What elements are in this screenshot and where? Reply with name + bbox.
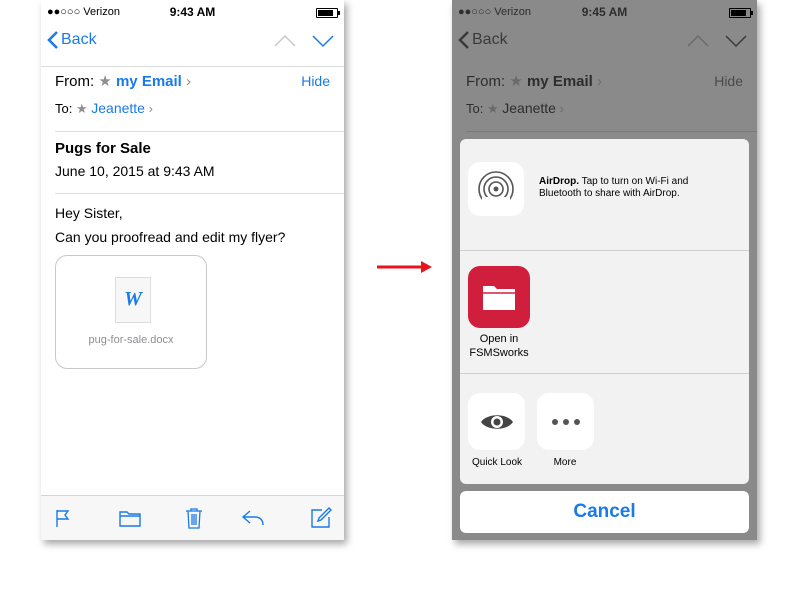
- back-button[interactable]: Back: [47, 31, 97, 49]
- email-body-line: Hey Sister,: [55, 205, 123, 221]
- to-value[interactable]: Jeanette: [502, 100, 556, 116]
- from-value[interactable]: my Email: [527, 73, 593, 90]
- chevron-right-icon: ›: [186, 73, 192, 90]
- airdrop-title: AirDrop.: [539, 176, 579, 187]
- to-row: To: ★ Jeanette ›: [55, 100, 153, 117]
- from-row: From: ★ my Email ›: [466, 72, 602, 90]
- chevron-left-icon: [47, 31, 58, 49]
- quick-look-button[interactable]: [468, 393, 525, 450]
- attachment-filename: pug-for-sale.docx: [88, 334, 174, 346]
- more-label: More: [553, 457, 577, 468]
- divider: [460, 250, 749, 251]
- flag-icon[interactable]: [51, 506, 75, 530]
- reply-icon[interactable]: [241, 506, 265, 530]
- star-icon: ★: [98, 73, 112, 90]
- from-row: From: ★ my Email ›: [55, 72, 191, 90]
- from-label: From:: [55, 73, 95, 90]
- trash-icon[interactable]: [182, 506, 206, 530]
- divider: [460, 373, 749, 374]
- status-bar: ●●○○○ Verizon 9:45 AM: [452, 0, 757, 24]
- star-icon: ★: [75, 101, 88, 116]
- divider: [466, 131, 757, 132]
- quick-look-label: Quick Look: [471, 457, 523, 468]
- from-value[interactable]: my Email: [116, 73, 182, 90]
- to-label: To:: [466, 101, 484, 116]
- status-time: 9:43 AM: [169, 5, 216, 19]
- open-in-fsmsworks-app-icon[interactable]: [468, 266, 530, 328]
- eye-icon: [480, 414, 513, 429]
- attachment-tile[interactable]: W pug-for-sale.docx: [55, 255, 207, 369]
- star-icon: ★: [509, 73, 523, 90]
- open-in-app-label[interactable]: Open in FSMSworks: [456, 332, 542, 360]
- email-screen-phone: ●●○○○ Verizon 9:43 AM Back From: ★ my Em…: [41, 0, 344, 540]
- share-sheet-phone: ●●○○○ Verizon 9:45 AM Back From: ★ my Em…: [452, 0, 757, 540]
- chevron-left-icon: [458, 31, 469, 49]
- chevron-down-icon[interactable]: [312, 34, 334, 48]
- arrow-right-icon: [377, 261, 432, 273]
- to-row: To: ★ Jeanette ›: [466, 100, 564, 117]
- email-body-line: Can you proofread and edit my flyer?: [55, 229, 286, 245]
- to-label: To:: [55, 101, 73, 116]
- email-date: June 10, 2015 at 9:43 AM: [55, 163, 215, 179]
- chevron-right-icon: ›: [559, 101, 564, 116]
- airdrop-icon[interactable]: [468, 162, 524, 216]
- back-label: Back: [61, 31, 97, 48]
- from-label: From:: [466, 73, 506, 90]
- bottom-toolbar: [41, 495, 344, 540]
- battery-icon: [729, 8, 753, 18]
- hide-button[interactable]: Hide: [301, 73, 330, 89]
- compose-icon[interactable]: [309, 506, 333, 530]
- email-header: [41, 66, 344, 67]
- chevron-down-icon[interactable]: [725, 34, 747, 48]
- more-button[interactable]: [537, 393, 594, 450]
- chevron-right-icon: ›: [597, 73, 603, 90]
- airdrop-description: AirDrop. Tap to turn on Wi-Fi and Blueto…: [539, 176, 729, 200]
- to-value[interactable]: Jeanette: [91, 100, 145, 116]
- battery-icon: [316, 8, 340, 18]
- nav-bar: Back: [41, 24, 344, 66]
- divider: [55, 193, 344, 194]
- word-letter: W: [124, 288, 142, 310]
- star-icon: ★: [486, 101, 499, 116]
- more-dots-icon: [551, 418, 580, 425]
- back-label: Back: [472, 31, 508, 48]
- app-label-line: Open in: [479, 333, 519, 345]
- chevron-up-icon[interactable]: [687, 34, 709, 48]
- status-bar: ●●○○○ Verizon 9:43 AM: [41, 0, 344, 24]
- app-label-line: FSMSworks: [469, 347, 529, 359]
- chevron-up-icon[interactable]: [274, 34, 296, 48]
- back-button[interactable]: Back: [458, 31, 508, 49]
- status-time: 9:45 AM: [581, 5, 628, 19]
- chevron-right-icon: ›: [148, 101, 153, 116]
- hide-button[interactable]: Hide: [714, 73, 743, 89]
- nav-bar: Back: [452, 24, 757, 66]
- word-document-icon: W: [115, 277, 151, 323]
- folder-icon[interactable]: [118, 506, 142, 530]
- divider: [55, 131, 344, 132]
- email-subject: Pugs for Sale: [55, 140, 151, 157]
- cancel-button[interactable]: Cancel: [460, 491, 749, 533]
